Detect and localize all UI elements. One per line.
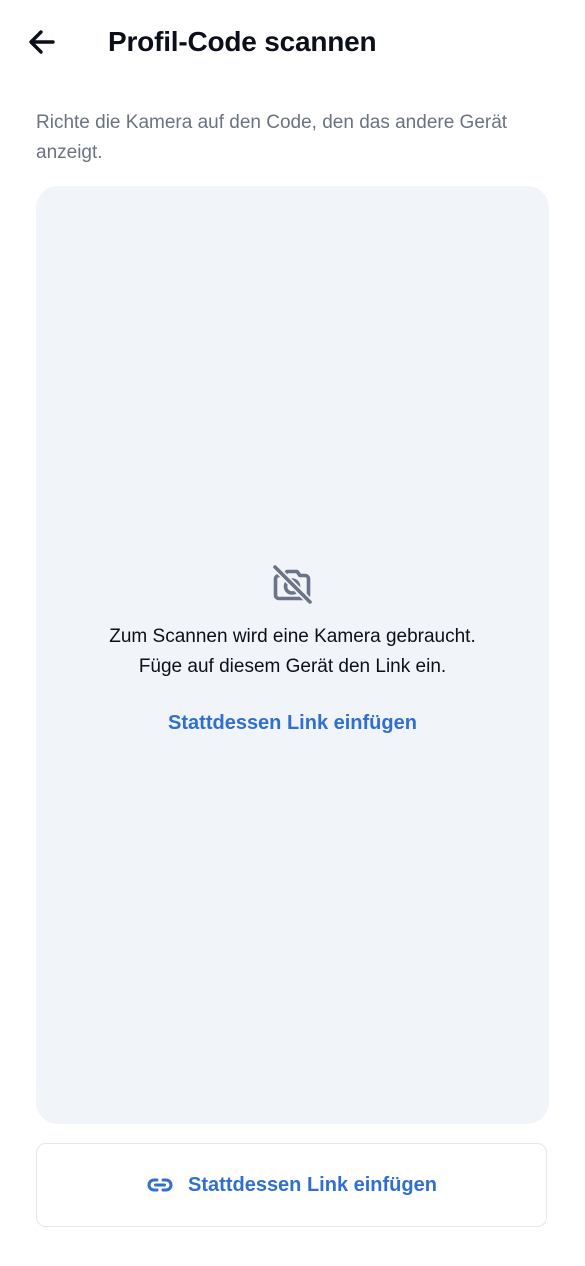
arrow-left-icon [29, 30, 55, 54]
instruction-text: Richte die Kamera auf den Code, den das … [36, 112, 508, 163]
paste-link-button[interactable]: Stattdessen Link einfügen [36, 1143, 547, 1227]
app-header: Profil-Code scannen [0, 0, 585, 86]
camera-required-line: Zum Scannen wird eine Kamera gebraucht. [109, 626, 476, 647]
paste-link-hint-line: Füge auf diesem Gerät den Link ein. [138, 656, 447, 677]
back-button[interactable] [20, 20, 64, 64]
camera-required-message: Zum Scannen wird eine Kamera gebraucht. … [36, 622, 549, 682]
camera-off-icon [271, 563, 314, 606]
paste-link-button-label: Stattdessen Link einfügen [188, 1174, 437, 1196]
scanner-panel: Zum Scannen wird eine Kamera gebraucht. … [36, 186, 549, 1124]
link-icon [147, 1178, 173, 1192]
page-title: Profil-Code scannen [108, 26, 377, 57]
paste-link-text-button[interactable]: Stattdessen Link einfügen [36, 708, 549, 738]
